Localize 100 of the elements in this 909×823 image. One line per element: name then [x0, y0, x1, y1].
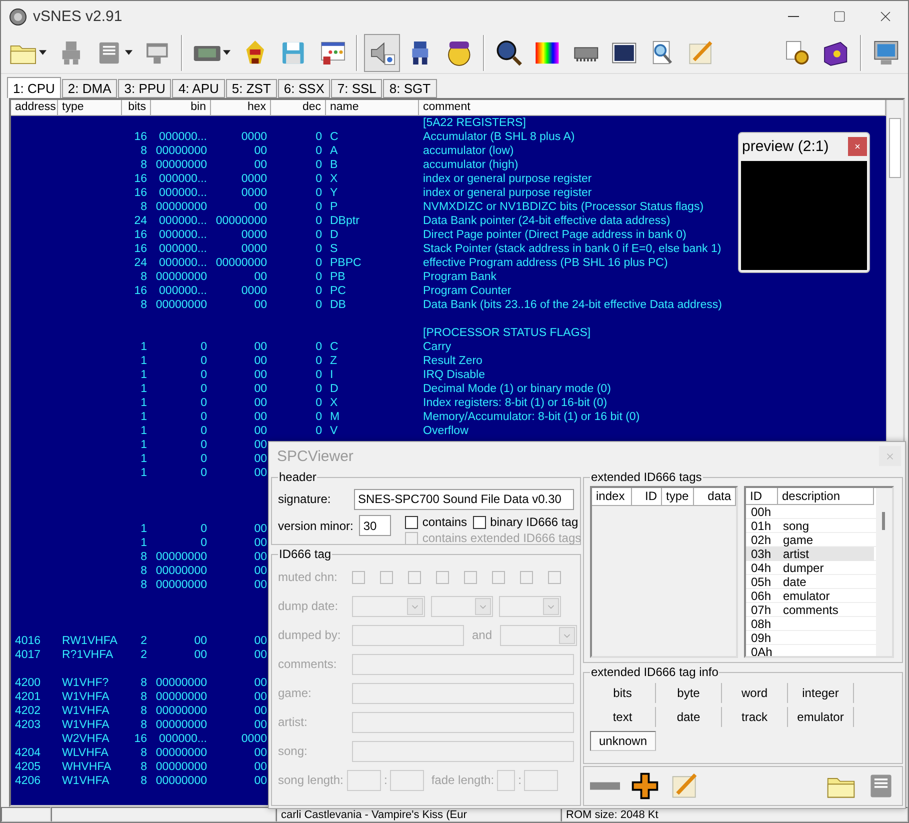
table-cell-text: accumulator (low) — [422, 144, 515, 158]
field-label: dumped by: — [278, 628, 342, 643]
caret-icon — [125, 50, 133, 55]
search-icon — [494, 38, 524, 68]
table-cell-text: 000000... — [158, 186, 208, 200]
tab[interactable]: 1: CPU — [7, 77, 61, 98]
column-header[interactable]: bin — [151, 100, 211, 116]
column-header[interactable]: ID — [746, 488, 778, 505]
window-title: SPCViewer — [277, 448, 354, 464]
list-item[interactable]: 09h — [746, 631, 778, 645]
plus-icon — [630, 771, 660, 801]
list-item[interactable]: 06h — [746, 589, 778, 603]
list-item[interactable]: 0Ah — [746, 645, 778, 656]
table-cell-text: 1 — [140, 396, 148, 410]
table-cell-text: V — [329, 424, 339, 438]
scroll-thumb[interactable] — [882, 512, 885, 530]
table-cell-text: 1 — [140, 452, 148, 466]
table-cell-text: 0 — [314, 368, 323, 382]
type-option[interactable]: unknown — [590, 731, 656, 751]
tab[interactable]: 5: ZST — [226, 79, 277, 98]
type-option[interactable]: date — [656, 707, 722, 727]
table-cell-text: 16 — [133, 284, 148, 298]
table-cell-text: 00 — [253, 564, 268, 578]
column-header[interactable]: type — [58, 100, 122, 116]
list-item[interactable]: emulator — [778, 589, 874, 603]
table-cell-text: 2 — [140, 648, 148, 662]
table-cell-text: 0 — [314, 284, 323, 298]
close-button[interactable] — [848, 136, 867, 156]
scroll-thumb[interactable] — [889, 118, 901, 178]
type-option[interactable]: integer — [788, 683, 854, 703]
checkbox[interactable]: binary ID666 tag — [473, 515, 578, 529]
close-icon — [885, 450, 895, 462]
column-header[interactable]: address — [11, 100, 58, 116]
table-cell-text: 00 — [253, 382, 268, 396]
column-header[interactable]: data — [694, 488, 736, 506]
list-item[interactable]: 03h — [746, 547, 778, 561]
list-item[interactable]: game — [778, 533, 874, 547]
tab[interactable]: 3: PPU — [118, 79, 172, 98]
tab[interactable]: 8: SGT — [383, 79, 437, 98]
column-header[interactable]: bits — [122, 100, 151, 116]
list-item[interactable]: 08h — [746, 617, 778, 631]
table-cell-text: 0 — [200, 522, 208, 536]
list-item[interactable]: 04h — [746, 561, 778, 575]
table-cell-text: 0 — [200, 536, 208, 550]
column-header[interactable]: comment — [419, 100, 886, 116]
column-header[interactable]: index — [592, 488, 632, 506]
table-cell-text: 16 — [133, 172, 148, 186]
type-option[interactable]: byte — [656, 683, 722, 703]
scrollbar[interactable] — [876, 488, 892, 656]
signature-field[interactable]: SNES-SPC700 Sound File Data v0.30 — [354, 488, 574, 510]
tab[interactable]: 2: DMA — [62, 79, 118, 98]
table-cell-text: 0000 — [240, 172, 268, 186]
id-list[interactable]: ID description 00h 01h song 02h game 03h artist 04h dumper 05h date 06h emulator 07h comments 08h 09h 0Ah — [744, 486, 894, 658]
list-item[interactable]: date — [778, 575, 874, 589]
speaker-button[interactable] — [364, 34, 400, 72]
list-item[interactable]: 01h — [746, 519, 778, 533]
column-header[interactable]: ID — [632, 488, 662, 506]
table-cell-text: 0 — [314, 270, 323, 284]
tag-list[interactable]: index ID type data — [590, 486, 738, 658]
tab[interactable]: 6: SSX — [278, 79, 330, 98]
column-header[interactable]: type — [662, 488, 694, 506]
plus-button[interactable] — [630, 771, 660, 801]
version-field[interactable]: 30 — [359, 515, 392, 536]
column-header[interactable]: name — [326, 100, 419, 116]
tab[interactable]: 7: SSL — [331, 79, 382, 98]
list-item[interactable]: 07h — [746, 603, 778, 617]
field-label: comments: — [278, 657, 338, 672]
table-cell-text: A — [329, 144, 339, 158]
table-cell-text: W1VHF? — [61, 676, 110, 690]
type-option[interactable]: text — [590, 707, 656, 727]
column-header[interactable]: dec — [271, 100, 326, 116]
list-item[interactable]: song — [778, 519, 874, 533]
type-option[interactable]: track — [722, 707, 788, 727]
list-item[interactable]: dumper — [778, 561, 874, 575]
list-item[interactable]: 05h — [746, 575, 778, 589]
type-option[interactable]: emulator — [788, 707, 854, 727]
list-item[interactable]: artist — [778, 547, 874, 561]
group-title: extended ID666 tag info — [590, 665, 720, 679]
list-item[interactable]: 02h — [746, 533, 778, 547]
table-cell-text: C — [329, 130, 340, 144]
table-cell-text: 000000... — [158, 130, 208, 144]
table-cell-text: 8 — [140, 158, 148, 172]
checkbox[interactable]: contains — [405, 515, 468, 529]
field-label: and — [472, 628, 492, 643]
type-option[interactable]: bits — [590, 683, 656, 703]
type-option[interactable]: word — [722, 683, 788, 703]
table-cell-text: 0 — [314, 214, 323, 228]
column-header[interactable]: hex — [211, 100, 271, 116]
table-cell-text: 00 — [253, 536, 268, 550]
table-cell-text: 8 — [140, 270, 148, 284]
table-cell-text: 1 — [140, 424, 148, 438]
table-cell-text: PBPC — [329, 256, 362, 270]
table-cell-text: 4203 — [14, 718, 42, 732]
table-cell-text: 00 — [253, 158, 268, 172]
list-item[interactable]: 00h — [746, 505, 778, 519]
field-label: song: — [278, 744, 308, 759]
tab[interactable]: 4: APU — [172, 79, 225, 98]
table-cell-text: 0 — [314, 172, 323, 186]
column-header[interactable]: description — [778, 488, 874, 505]
list-item[interactable]: comments — [778, 603, 874, 617]
